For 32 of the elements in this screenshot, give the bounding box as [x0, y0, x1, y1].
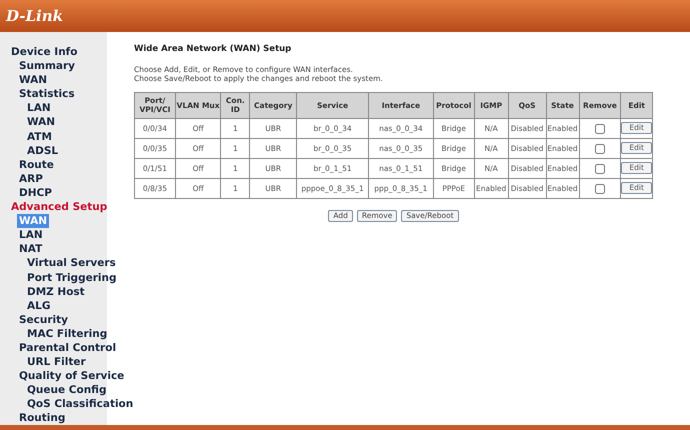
sidebar-item[interactable]: ARP [17, 172, 45, 186]
sidebar-item[interactable]: MAC Filtering [25, 326, 110, 341]
page-title: Wide Area Network (WAN) Setup [134, 43, 292, 56]
sidebar-item[interactable]: Device Info [9, 45, 80, 60]
sidebar-item[interactable]: Parental Control [17, 340, 118, 356]
sidebar-item[interactable]: Port Triggering [25, 270, 118, 285]
sidebar-item[interactable]: Summary [17, 59, 78, 74]
sidebar-item[interactable]: NAT [17, 242, 44, 256]
sidebar-item[interactable]: ADSL [25, 144, 60, 158]
sidebar-item[interactable]: QoS Classification [25, 397, 136, 412]
sidebar-item[interactable]: Security [17, 312, 70, 327]
sidebar-item[interactable]: Statistics [17, 87, 77, 102]
sidebar-item[interactable]: LAN [25, 101, 53, 116]
sidebar-item[interactable]: WAN [17, 73, 50, 88]
sidebar-item[interactable]: Route [17, 158, 56, 172]
remove-checkbox[interactable] [594, 164, 605, 174]
sidebar-item[interactable]: DHCP [17, 186, 54, 200]
sidebar-item[interactable]: LAN [17, 228, 45, 242]
remove-checkbox[interactable] [594, 184, 605, 194]
sidebar-item[interactable]: ATM [25, 130, 54, 144]
sidebar-item[interactable]: Quality of Service [17, 369, 126, 384]
sidebar-item[interactable]: Advanced Setup [9, 200, 110, 214]
sidebar-item[interactable]: URL Filter [25, 355, 88, 370]
sidebar-item[interactable]: Virtual Servers [25, 256, 118, 270]
logo: D-Link [6, 6, 64, 27]
sidebar-item[interactable]: DMZ Host [25, 284, 87, 299]
sidebar-item[interactable]: ALG [25, 298, 52, 313]
remove-checkbox[interactable] [594, 144, 605, 154]
sidebar-item[interactable]: Queue Config [25, 383, 108, 398]
remove-checkbox[interactable] [594, 124, 605, 134]
sidebar-item[interactable]: Routing [17, 411, 68, 426]
sidebar-item[interactable]: WAN [25, 115, 58, 130]
